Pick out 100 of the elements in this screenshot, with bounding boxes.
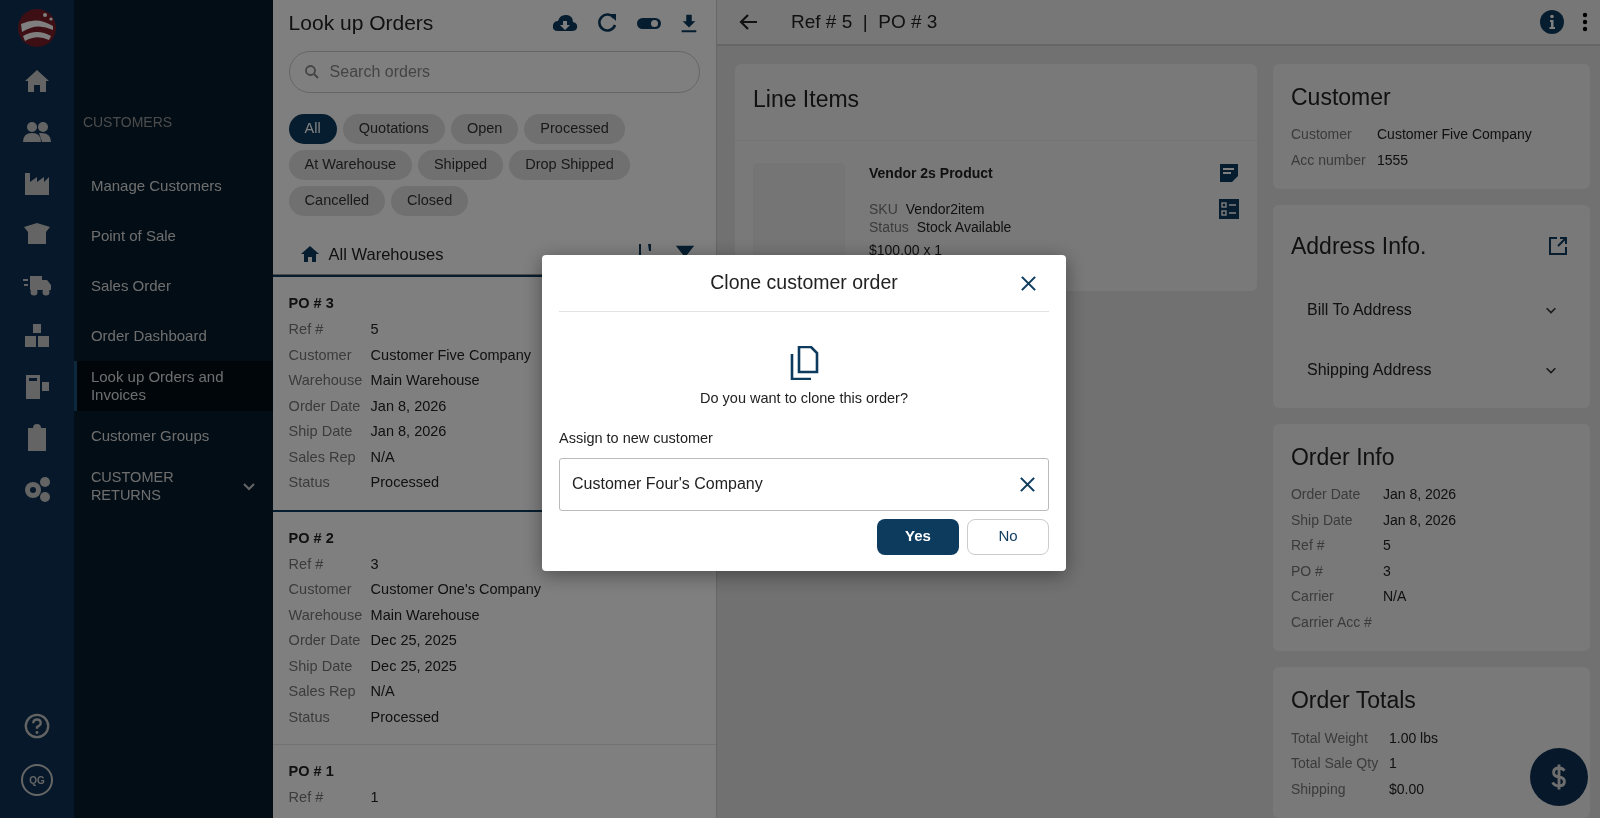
field-label: Order Date (1291, 485, 1362, 504)
page-title: Ref # 5 | PO # 3 (791, 9, 939, 34)
help-icon[interactable] (22, 712, 51, 740)
field-value: $0.00 (1389, 779, 1425, 799)
filter-chip[interactable]: All (288, 114, 337, 145)
section-heading: CUSTOMERS (81, 113, 174, 132)
close-icon[interactable] (1020, 275, 1037, 292)
order-title: PO # 3 (288, 294, 335, 314)
card-title: Address Info. (1291, 232, 1427, 261)
field-label: Customer (1291, 125, 1353, 144)
field-label: Order Date (288, 396, 362, 416)
field-label: Ship Date (288, 422, 354, 442)
nav-item[interactable]: Order Dashboard (73, 311, 273, 361)
card-title: Order Totals (1291, 686, 1417, 715)
field-value: Customer Five Company (370, 345, 531, 365)
nav-item[interactable]: Look up Orders and Invoices (73, 361, 273, 411)
filter-chip[interactable]: Quotations (342, 114, 445, 145)
nav-item[interactable]: Customer Groups (73, 411, 273, 461)
field-value: 1 (370, 788, 379, 808)
field-label: Sales Rep (288, 682, 357, 702)
order-title: PO # 2 (288, 528, 335, 548)
nav-item[interactable]: Sales Order (73, 261, 273, 311)
filter-chip[interactable]: Cancelled (288, 185, 386, 216)
field-label: Total Weight (1291, 728, 1369, 748)
field-label: Warehouse (288, 605, 364, 625)
field-label: Total Sale Qty (1291, 754, 1380, 773)
nav-item[interactable]: Point of Sale (73, 211, 273, 261)
field-value: Customer Five Company (1377, 125, 1532, 144)
warehouse-selector[interactable]: All Warehouses (328, 241, 444, 267)
field-value: Vendor2item (905, 200, 985, 218)
field-label: SKU (869, 200, 898, 218)
cancel-button[interactable]: No (967, 518, 1049, 555)
field-value: Jan 8, 2026 (1383, 510, 1457, 530)
card-title: Line Items (753, 84, 861, 114)
nav-group-label[interactable]: CUSTOMER RETURNS (90, 468, 201, 504)
field-label: Ship Date (1291, 510, 1354, 530)
field-value: N/A (370, 682, 395, 702)
card-title: Customer (1291, 82, 1392, 112)
field-value: N/A (1383, 587, 1407, 606)
copy-icon (789, 346, 819, 380)
field-value: Main Warehouse (370, 605, 480, 625)
order-title: PO # 1 (288, 762, 335, 782)
field-label: Acc number (1291, 150, 1367, 170)
filter-chip[interactable]: Processed (524, 114, 625, 145)
field-label: Assign to new customer (559, 428, 714, 448)
field-value: Customer One's Company (370, 580, 541, 600)
field-value: Dec 25, 2025 (370, 631, 457, 651)
field-label: Sales Rep (288, 447, 357, 467)
product-name: Vendor 2s Product (869, 164, 994, 183)
clear-icon[interactable] (1019, 475, 1036, 493)
search-icon (303, 64, 320, 81)
field-value: 1 (1389, 754, 1397, 773)
search-field[interactable]: Search orders (288, 51, 700, 94)
field-label: Ref # (288, 554, 325, 574)
field-value: Processed (370, 473, 440, 493)
filter-chip[interactable]: Shipped (417, 150, 504, 180)
accordion-header[interactable]: Bill To Address (1291, 279, 1572, 340)
info-icon[interactable] (1540, 9, 1564, 34)
order-card[interactable]: PO # 1 Ref # 1 (272, 745, 716, 818)
filter-chip[interactable]: Drop Shipped (509, 150, 630, 180)
field-value: Jan 8, 2026 (370, 396, 447, 416)
field-value: Jan 8, 2026 (370, 422, 447, 442)
accordion-header[interactable]: Shipping Address (1291, 339, 1572, 400)
filter-chip[interactable]: At Warehouse (288, 150, 412, 180)
field-value: 3 (370, 554, 379, 574)
field-value: Main Warehouse (370, 371, 480, 391)
filter-chip[interactable]: Open (450, 114, 519, 145)
field-label: Carrier Acc # (1291, 612, 1373, 632)
field-label: Customer (288, 580, 353, 600)
list-details-icon[interactable] (1219, 199, 1239, 219)
card-title: Order Info (1291, 442, 1396, 472)
field-label: Customer (288, 345, 353, 365)
field-value: 5 (1383, 536, 1391, 555)
panel-title: Look up Orders (288, 9, 434, 36)
open-external-icon[interactable] (1548, 236, 1568, 257)
more-icon[interactable] (1582, 11, 1588, 32)
field-label: Ref # (1291, 536, 1326, 555)
filter-chip[interactable]: Closed (391, 185, 469, 216)
field-label: Order Date (288, 631, 362, 651)
field-label: Status (288, 707, 331, 727)
field-value: 1.00 lbs (1389, 728, 1439, 748)
field-value: 1555 (1377, 150, 1409, 170)
user-avatar[interactable]: QG (20, 764, 53, 796)
field-label: Warehouse (288, 371, 364, 391)
nav-item[interactable]: Manage Customers (73, 161, 273, 211)
field-value: N/A (370, 447, 395, 467)
note-icon[interactable] (1219, 163, 1239, 183)
field-value: 5 (370, 320, 379, 340)
field-value: Jan 8, 2026 (1383, 485, 1457, 504)
field-value: Processed (370, 707, 440, 727)
field-label: Carrier (1291, 587, 1335, 606)
customer-field[interactable]: Customer Four's Company (559, 457, 1049, 511)
field-label: Ref # (288, 320, 325, 340)
dollar-icon (1550, 763, 1568, 791)
field-label: Status (869, 218, 909, 236)
confirm-button[interactable]: Yes (877, 518, 959, 555)
field-label: Status (288, 473, 331, 493)
field-label: Shipping (1291, 779, 1347, 799)
field-label: Ship Date (288, 656, 354, 676)
field-value: 3 (1383, 561, 1391, 581)
